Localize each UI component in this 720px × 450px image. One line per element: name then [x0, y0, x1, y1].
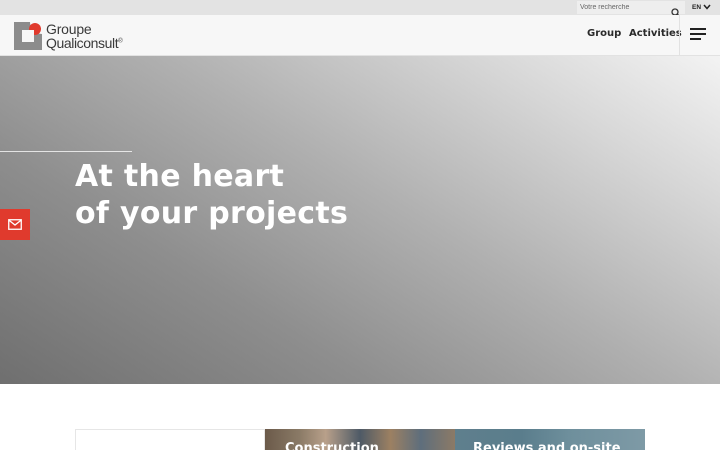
contact-mail-button[interactable] — [0, 209, 30, 240]
hero-decorative-line — [0, 151, 132, 152]
header-divider — [679, 15, 680, 56]
language-selector[interactable]: EN — [688, 2, 718, 13]
mail-icon — [8, 219, 22, 230]
search-icon[interactable] — [671, 3, 681, 18]
nav-link-group[interactable]: Group — [587, 28, 621, 39]
card-construction[interactable]: Construction — [265, 429, 455, 450]
card-title-construction: Construction — [285, 441, 379, 450]
site-header: Groupe Qualiconsult® Group Activities — [0, 15, 720, 56]
card-empty — [75, 429, 265, 450]
logo-mark-icon — [14, 22, 42, 50]
top-utility-bar: EN — [0, 0, 720, 18]
hero-title: At the heart of your projects — [75, 158, 475, 232]
hero-title-line2: of your projects — [75, 196, 349, 231]
card-reviews-on-site[interactable]: Reviews and on-site — [455, 429, 645, 450]
activity-cards: Construction Reviews and on-site — [75, 429, 645, 450]
card-title-reviews: Reviews and on-site — [473, 441, 621, 450]
logo-text-line2: Qualiconsult® — [46, 35, 123, 51]
hamburger-menu-icon[interactable] — [690, 28, 706, 41]
search-box — [577, 1, 685, 18]
nav-link-activities[interactable]: Activities — [629, 28, 682, 39]
language-code: EN — [692, 4, 702, 11]
groupe-qualiconsult-logo[interactable]: Groupe Qualiconsult® — [14, 21, 134, 51]
hero-banner: At the heart of your projects — [0, 56, 720, 384]
chevron-down-icon — [703, 4, 711, 10]
hero-title-line1: At the heart — [75, 159, 285, 194]
search-input[interactable] — [577, 1, 669, 14]
